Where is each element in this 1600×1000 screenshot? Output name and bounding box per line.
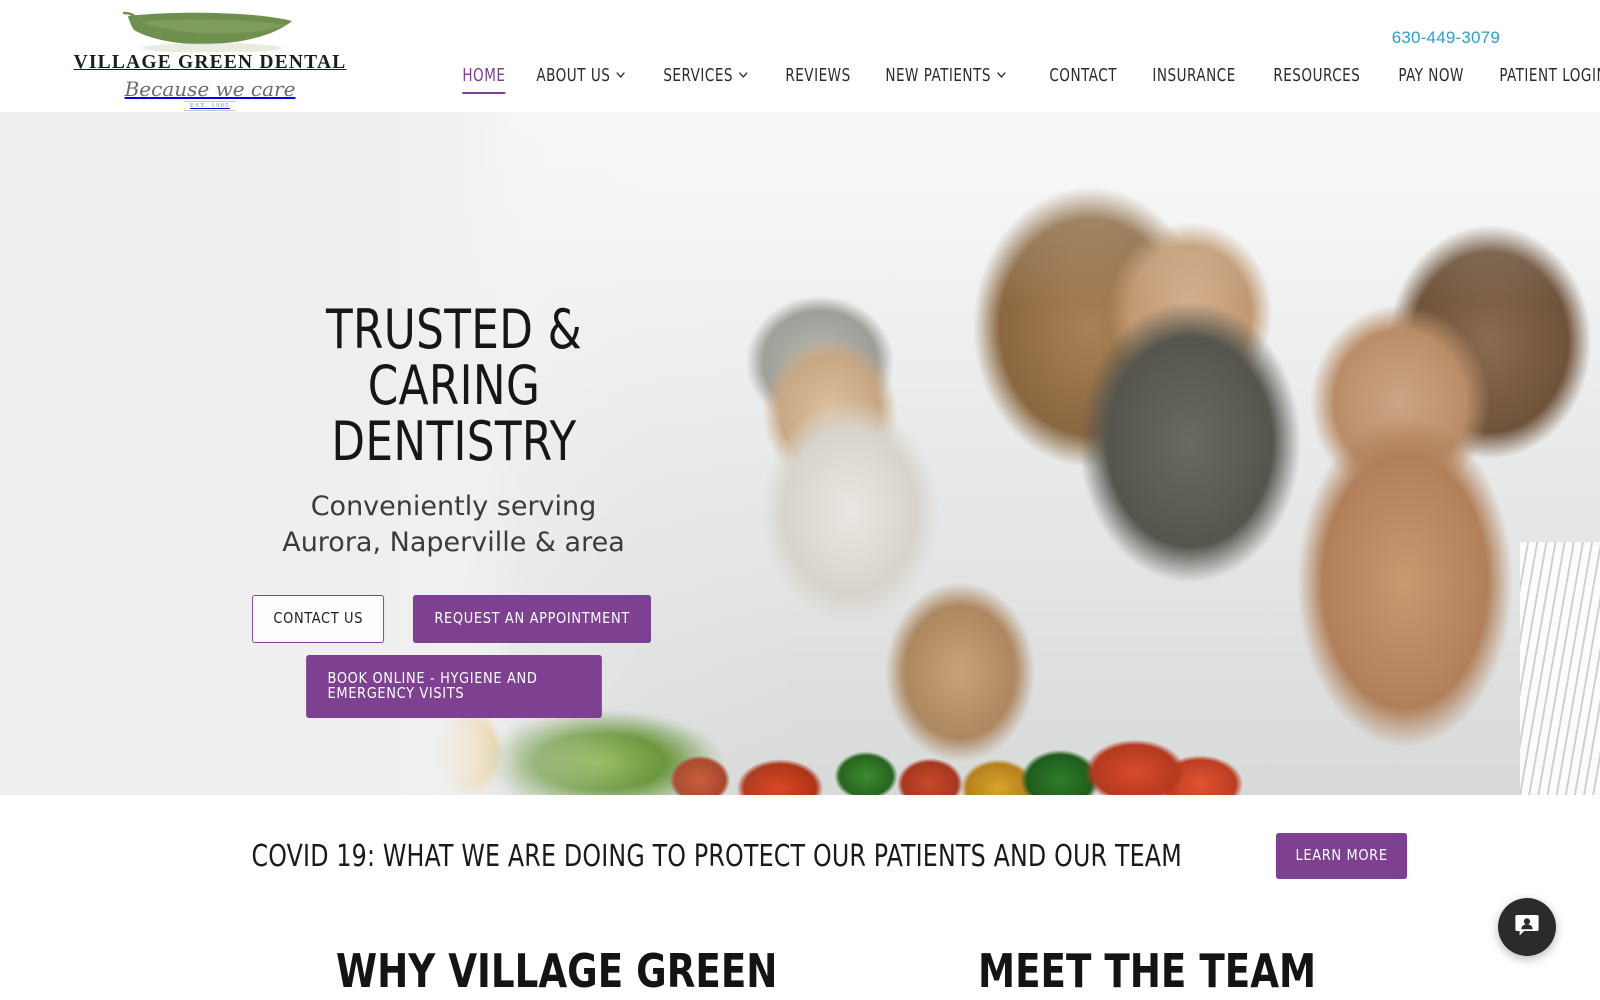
nav-item-pay-now[interactable]: PAY NOW [1388, 66, 1474, 98]
request-appointment-button[interactable]: REQUEST AN APPOINTMENT [412, 595, 651, 643]
nav-label-patient-login: PATIENT LOGIN [1498, 66, 1600, 86]
nav-item-patient-login[interactable]: PATIENT LOGIN [1489, 66, 1600, 98]
nav-item-about-us[interactable]: ABOUT US [526, 66, 635, 98]
meet-the-team-heading: MEET THE TEAM [978, 944, 1317, 998]
chevron-down-icon [739, 70, 748, 80]
nav-label-about-us: ABOUT US [536, 66, 611, 86]
learn-more-button[interactable]: LEARN MORE [1276, 833, 1408, 879]
nav-label-new-patients: NEW PATIENTS [885, 66, 992, 86]
contact-us-button[interactable]: CONTACT US [252, 595, 385, 643]
covid-banner-text: COVID 19: WHAT WE ARE DOING TO PROTECT O… [251, 838, 1182, 874]
logo-established: EST. 1985 [184, 100, 236, 111]
nav-item-resources[interactable]: RESOURCES [1263, 66, 1371, 98]
main-navigation: HOME ABOUT US SERVICES REVIEWS NEW PATIE… [452, 66, 1600, 98]
nav-item-contact[interactable]: CONTACT [1039, 66, 1127, 98]
book-online-button[interactable]: BOOK ONLINE - HYGIENE AND EMERGENCY VISI… [305, 654, 602, 718]
nav-label-pay-now: PAY NOW [1398, 66, 1465, 86]
nav-active-underline [462, 92, 506, 94]
nav-item-reviews[interactable]: REVIEWS [775, 66, 861, 98]
chevron-down-icon [616, 70, 626, 80]
hero-cta-group: CONTACT US REQUEST AN APPOINTMENT BOOK O… [239, 595, 669, 718]
chat-person-icon [1512, 910, 1542, 945]
hero-content: TRUSTED & CARING DENTISTRY Conveniently … [0, 112, 907, 795]
site-header: VILLAGE GREEN DENTAL Because we care EST… [0, 0, 1600, 112]
phone-link[interactable]: 630-449-3079 [1392, 28, 1500, 48]
nav-item-home[interactable]: HOME [452, 66, 516, 98]
covid-banner: COVID 19: WHAT WE ARE DOING TO PROTECT O… [0, 795, 1600, 917]
logo-tagline: Because we care [124, 76, 296, 101]
nav-label-services: SERVICES [663, 66, 734, 86]
nav-item-new-patients[interactable]: NEW PATIENTS [875, 66, 1016, 98]
logo-wordmark: VILLAGE GREEN DENTAL [73, 52, 347, 73]
nav-label-home: HOME [462, 66, 506, 86]
chevron-down-icon [997, 70, 1006, 80]
chat-widget-button[interactable] [1498, 898, 1556, 956]
nav-item-services[interactable]: SERVICES [653, 66, 758, 98]
nav-label-insurance: INSURANCE [1152, 66, 1236, 86]
nav-label-contact: CONTACT [1049, 66, 1118, 86]
below-fold-sections: WHY VILLAGE GREEN MEET THE TEAM [0, 917, 1600, 1000]
hero-subheadline: Conveniently serving Aurora, Naperville … [282, 491, 625, 558]
page-root: VILLAGE GREEN DENTAL Because we care EST… [0, 0, 1600, 1000]
site-logo[interactable]: VILLAGE GREEN DENTAL Because we care EST… [74, 4, 345, 111]
nav-label-reviews: REVIEWS [785, 66, 852, 86]
why-village-green-heading: WHY VILLAGE GREEN [336, 944, 778, 998]
hero-section: TRUSTED & CARING DENTISTRY Conveniently … [0, 112, 1600, 795]
nav-item-insurance[interactable]: INSURANCE [1142, 66, 1246, 98]
hero-headline: TRUSTED & CARING DENTISTRY [325, 298, 582, 473]
leaf-icon [120, 8, 300, 53]
nav-label-resources: RESOURCES [1273, 66, 1361, 86]
